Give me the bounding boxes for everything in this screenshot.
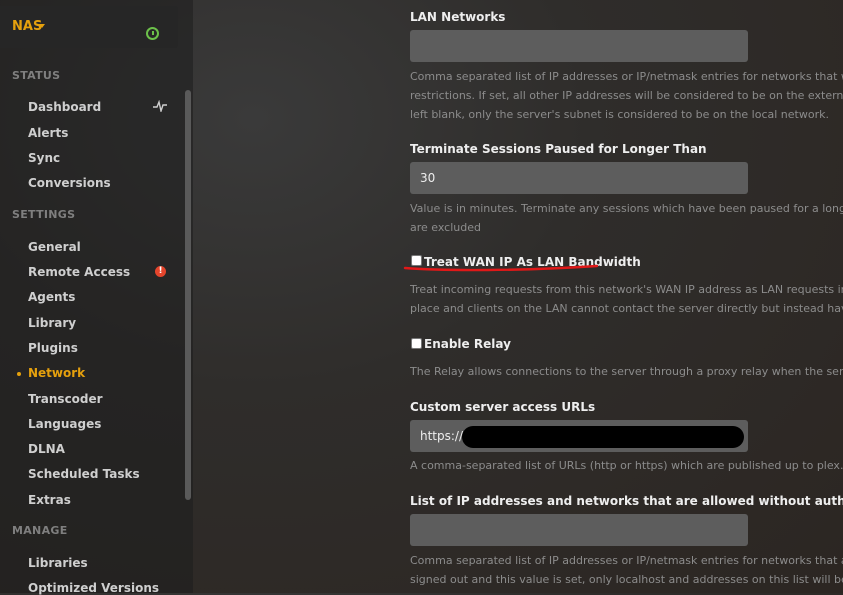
sidebar-item-plugins[interactable]: Plugins (28, 341, 78, 355)
lan-networks-help: Comma separated list of IP addresses or … (410, 67, 843, 124)
terminate-sessions-help: Value is in minutes. Terminate any sessi… (410, 199, 843, 237)
activity-icon (153, 100, 167, 112)
lan-networks-label: LAN Networks (410, 10, 506, 24)
sidebar-item-general[interactable]: General (28, 240, 81, 254)
server-name[interactable]: NAS (12, 19, 42, 34)
warning-icon: ! (155, 266, 166, 277)
sidebar-item-network[interactable]: Network (28, 366, 85, 380)
sidebar-scrollbar[interactable] (185, 90, 191, 500)
allowed-without-auth-input[interactable] (410, 514, 748, 546)
enable-relay-label[interactable]: Enable Relay (424, 337, 511, 351)
help-line: Comma separated list of IP addresses or … (410, 554, 843, 567)
settings-heading: SETTINGS (12, 208, 76, 221)
help-line: signed out and this value is set, only l… (410, 573, 843, 586)
sidebar-item-agents[interactable]: Agents (28, 290, 75, 304)
sidebar-item-libraries[interactable]: Libraries (28, 556, 88, 570)
sidebar-item-alerts[interactable]: Alerts (28, 126, 68, 140)
terminate-sessions-label: Terminate Sessions Paused for Longer Tha… (410, 142, 707, 156)
help-line: A comma-separated list of URLs (http or … (410, 459, 843, 472)
status-heading: STATUS (12, 69, 61, 82)
sidebar-item-remote-access[interactable]: Remote Access (28, 265, 130, 279)
sidebar-item-dlna[interactable]: DLNA (28, 442, 65, 456)
help-line: Comma separated list of IP addresses or … (410, 70, 843, 83)
manage-heading: MANAGE (12, 524, 68, 537)
help-line: restrictions. If set, all other IP addre… (410, 89, 843, 102)
enable-relay-help: The Relay allows connections to the serv… (410, 362, 843, 381)
sidebar-item-transcoder[interactable]: Transcoder (28, 392, 103, 406)
sidebar-item-sync[interactable]: Sync (28, 151, 60, 165)
sidebar-item-conversions[interactable]: Conversions (28, 176, 111, 190)
red-underline-annotation (403, 264, 599, 272)
allowed-without-auth-help: Comma separated list of IP addresses or … (410, 551, 843, 589)
treat-wan-help: Treat incoming requests from this networ… (410, 280, 843, 318)
server-selector[interactable]: NAS (0, 6, 178, 48)
help-line: Treat incoming requests from this networ… (410, 283, 843, 296)
sidebar-item-languages[interactable]: Languages (28, 417, 101, 431)
allowed-without-auth-label: List of IP addresses and networks that a… (410, 494, 843, 508)
power-icon (146, 27, 159, 40)
help-line: Value is in minutes. Terminate any sessi… (410, 202, 843, 215)
sidebar-item-library[interactable]: Library (28, 316, 76, 330)
terminate-sessions-input[interactable]: 30 (410, 162, 748, 194)
redaction-bar (462, 426, 744, 448)
sidebar-item-scheduled-tasks[interactable]: Scheduled Tasks (28, 467, 140, 481)
custom-urls-label: Custom server access URLs (410, 400, 596, 414)
lan-networks-input[interactable] (410, 30, 748, 62)
help-line: The Relay allows connections to the serv… (410, 365, 843, 378)
enable-relay-checkbox[interactable] (411, 338, 422, 349)
help-line: place and clients on the LAN cannot cont… (410, 302, 843, 315)
chevron-down-icon[interactable] (39, 24, 45, 28)
sidebar-item-extras[interactable]: Extras (28, 493, 71, 507)
help-line: left blank, only the server's subnet is … (410, 108, 829, 121)
sidebar-item-dashboard[interactable]: Dashboard (28, 100, 101, 114)
help-line: are excluded (410, 221, 481, 234)
sidebar: NAS STATUS Dashboard Alerts Sync Convers… (0, 0, 193, 595)
active-indicator (17, 372, 21, 376)
custom-urls-help: A comma-separated list of URLs (http or … (410, 456, 843, 475)
